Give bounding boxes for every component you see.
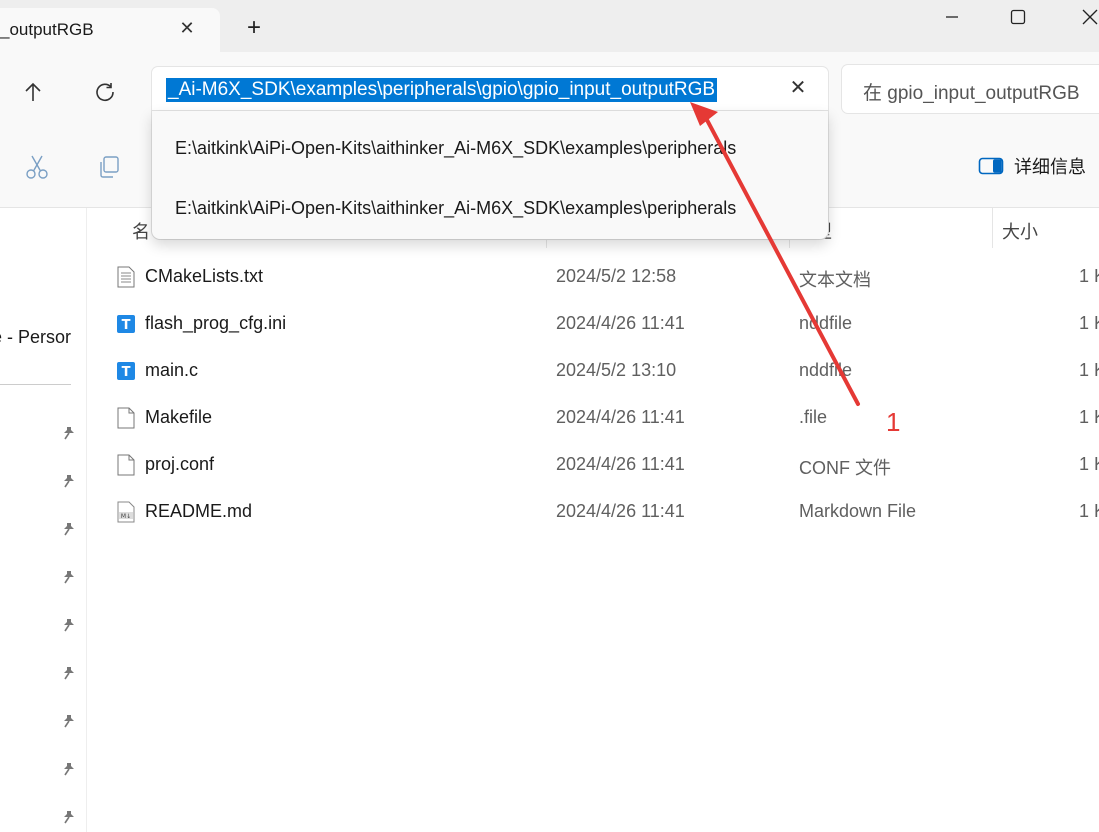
search-placeholder: 在 gpio_input_outputRGB [863, 83, 1080, 104]
annotation-label: 1 [886, 407, 901, 437]
pin-icon [60, 760, 78, 778]
file-name: README.md [145, 501, 253, 521]
pin-icon [60, 568, 78, 586]
file-size: 1 K [1079, 407, 1099, 427]
maximize-button[interactable] [998, 4, 1038, 30]
pin-icon [60, 808, 78, 826]
svg-text:M↓: M↓ [121, 513, 131, 520]
file-date: 2024/5/2 12:58 [556, 266, 677, 286]
file-type: CONF 文件 [799, 458, 891, 478]
file-size: 1 K [1079, 360, 1099, 380]
file-row[interactable]: T flash_prog_cfg.ini 2024/4/26 11:41 ndd… [86, 301, 1099, 348]
file-date: 2024/5/2 13:10 [556, 360, 677, 380]
navigation-pane: e - Persor [0, 208, 87, 832]
file-size: 1 K [1079, 313, 1099, 333]
blank-file-icon [117, 407, 135, 429]
tab-active[interactable]: _outputRGB ✕ [0, 8, 220, 52]
svg-text:T: T [122, 318, 131, 333]
pin-icon [60, 520, 78, 538]
arrow-up-icon [25, 82, 41, 101]
clear-address-icon[interactable]: ✕ [786, 76, 810, 100]
column-name-header[interactable]: 名 [132, 218, 150, 244]
file-size: 1 K [1079, 501, 1099, 521]
pin-icon [60, 424, 78, 442]
refresh-button[interactable] [89, 76, 121, 108]
tab-title: _outputRGB [0, 20, 94, 39]
address-suggestions-dropdown: E:\aitkink\AiPi-Open-Kits\aithinker_Ai-M… [152, 111, 828, 239]
text-file-icon [117, 266, 135, 288]
pin-icon [60, 664, 78, 682]
svg-text:T: T [122, 365, 131, 380]
copy-icon[interactable] [96, 154, 122, 180]
close-icon[interactable]: ✕ [175, 16, 199, 40]
address-path-selected[interactable]: _Ai-M6X_SDK\examples\peripherals\gpio\gp… [166, 78, 718, 102]
sidebar-divider [0, 384, 71, 385]
column-divider[interactable] [992, 208, 993, 248]
minimize-button[interactable] [932, 4, 972, 30]
close-window-icon [1082, 9, 1098, 25]
file-date: 2024/4/26 11:41 [556, 454, 685, 474]
details-label: 详细信息 [1014, 157, 1086, 177]
file-row[interactable]: proj.conf 2024/4/26 11:41 CONF 文件 1 K [86, 442, 1099, 489]
details-pane-button[interactable]: 详细信息 [978, 153, 1086, 179]
file-size: 1 K [1079, 454, 1099, 474]
pin-icon [60, 712, 78, 730]
address-bar[interactable]: _Ai-M6X_SDK\examples\peripherals\gpio\gp… [152, 67, 828, 113]
close-window-button[interactable] [1070, 4, 1099, 30]
file-type: 文本文档 [799, 270, 871, 290]
file-date: 2024/4/26 11:41 [556, 407, 685, 427]
column-size-header[interactable]: 大小 [1002, 218, 1038, 244]
cut-icon[interactable] [24, 154, 50, 180]
file-type: nddfile [799, 360, 853, 380]
file-size: 1 K [1079, 266, 1099, 286]
file-type: .file [799, 407, 828, 427]
refresh-icon [96, 83, 114, 102]
markdown-file-icon: M↓ [117, 501, 135, 523]
file-type: Markdown File [799, 501, 917, 521]
file-date: 2024/4/26 11:41 [556, 313, 685, 333]
details-pane-icon [978, 157, 1004, 175]
file-row[interactable]: M↓ README.md 2024/4/26 11:41 Markdown Fi… [86, 489, 1099, 536]
new-tab-button[interactable]: + [241, 16, 267, 42]
file-name: main.c [145, 360, 199, 380]
pin-icon [60, 472, 78, 490]
file-name: CMakeLists.txt [145, 266, 264, 286]
file-date: 2024/4/26 11:41 [556, 501, 685, 521]
file-row[interactable]: T main.c 2024/5/2 13:10 nddfile 1 K [86, 348, 1099, 395]
blank-file-icon [117, 454, 135, 476]
typora-file-icon: T [117, 362, 135, 380]
maximize-icon [1010, 9, 1026, 25]
pin-icon [60, 616, 78, 634]
suggestion-item[interactable]: E:\aitkink\AiPi-Open-Kits\aithinker_Ai-M… [175, 138, 736, 159]
file-name: proj.conf [145, 454, 215, 474]
file-row[interactable]: Makefile 2024/4/26 11:41 .file 1 K [86, 395, 1099, 442]
suggestion-item[interactable]: E:\aitkink\AiPi-Open-Kits\aithinker_Ai-M… [175, 198, 736, 219]
up-button[interactable] [17, 76, 49, 108]
minimize-icon [946, 16, 958, 18]
file-row[interactable]: CMakeLists.txt 2024/5/2 12:58 文本文档 1 K [86, 254, 1099, 301]
search-box[interactable]: 在 gpio_input_outputRGB [842, 65, 1099, 113]
title-bar: _outputRGB ✕ + [0, 0, 1099, 52]
file-type: nddfile [799, 313, 853, 333]
file-name: Makefile [145, 407, 213, 427]
typora-file-icon: T [117, 315, 135, 333]
sidebar-item-onedrive[interactable]: e - Persor [0, 327, 71, 348]
file-name: flash_prog_cfg.ini [145, 313, 287, 333]
